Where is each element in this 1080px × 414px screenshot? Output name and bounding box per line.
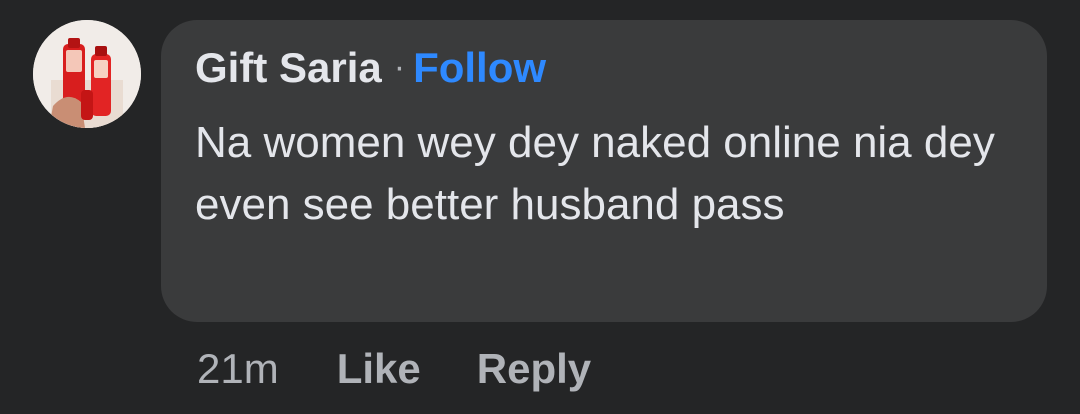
like-button[interactable]: Like [337,345,421,392]
follow-button[interactable]: Follow [413,44,546,91]
reply-button[interactable]: Reply [477,345,591,392]
avatar-image-icon [33,20,141,128]
comment-header: Gift Saria · Follow [195,42,546,97]
comment-timestamp[interactable]: 21m [197,345,279,392]
comment-text: Na women wey dey naked online nia dey ev… [195,118,995,229]
author-name[interactable]: Gift Saria [195,44,382,91]
comment-bubble: Gift Saria · Follow Na women wey dey naked… [161,20,1047,322]
avatar[interactable] [33,20,141,128]
separator-dot: · [393,48,406,86]
comment-actions: 21m Like Reply [197,343,647,395]
